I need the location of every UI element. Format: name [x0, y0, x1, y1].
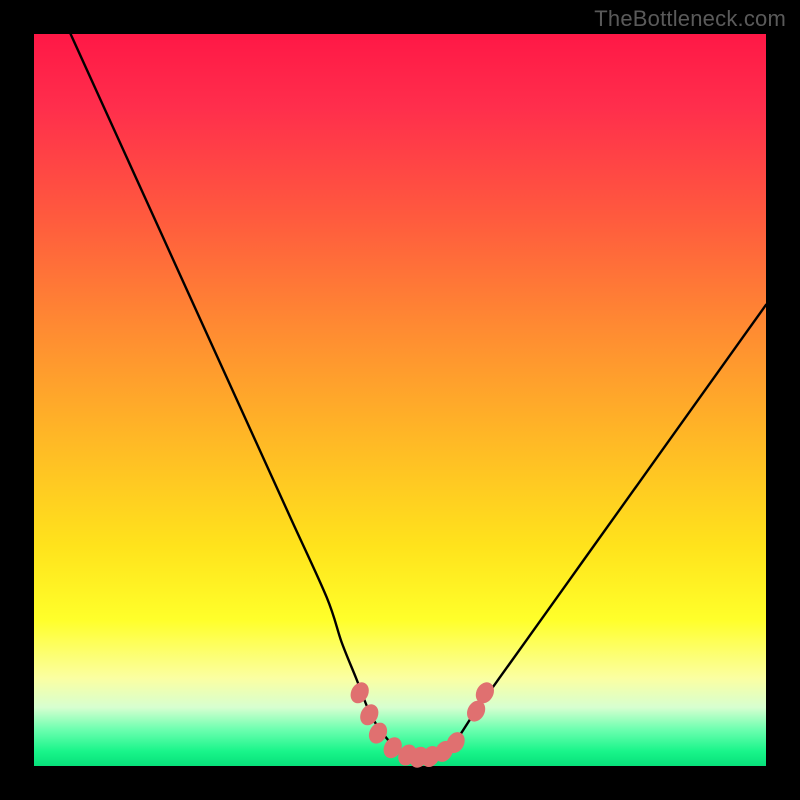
bottleneck-curve-svg — [34, 34, 766, 766]
bottleneck-curve — [71, 34, 766, 760]
curve-marker — [347, 679, 372, 706]
chart-frame: TheBottleneck.com — [0, 0, 800, 800]
watermark-text: TheBottleneck.com — [594, 6, 786, 32]
gradient-plot-area — [34, 34, 766, 766]
curve-markers — [347, 679, 498, 771]
